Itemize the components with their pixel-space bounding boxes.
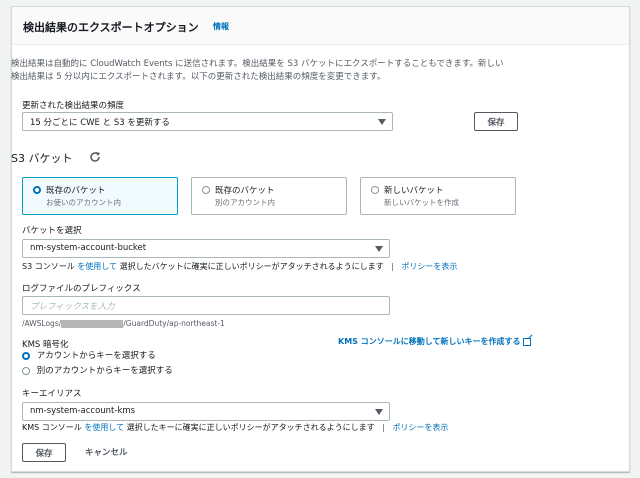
tile-subtitle: お使いのアカウント内 xyxy=(46,198,121,207)
kms-hint-suffix: 選択したキーに確実に正しいポリシーがアタッチされるようにします xyxy=(126,423,375,432)
tile-title: 既存のバケット xyxy=(46,186,106,196)
external-link-icon xyxy=(523,337,532,346)
kms-create-key-link[interactable]: KMS コンソールに移動して新しいキーを作成する xyxy=(338,336,532,347)
separator: | xyxy=(391,262,394,271)
s3-console-link[interactable]: を使用して xyxy=(77,262,117,271)
frequency-select[interactable]: 15 分ごとに CWE と S3 を更新する xyxy=(22,112,393,131)
save-button[interactable]: 保存 xyxy=(22,443,66,462)
kms-option-own-account[interactable]: アカウントからキーを選択する xyxy=(22,349,156,361)
bucket-hint-suffix: 選択したバケットに確実に正しいポリシーがアタッチされるようにします xyxy=(119,262,384,271)
bucket-hint-prefix: S3 コンソール xyxy=(22,262,75,271)
radio-icon xyxy=(371,186,379,194)
caret-down-icon xyxy=(375,409,383,415)
bucket-select[interactable]: nm-system-account-bucket xyxy=(22,239,390,258)
info-link[interactable]: 情報 xyxy=(213,21,229,32)
prefix-label: ログファイルのプレフィックス xyxy=(22,284,141,294)
radio-icon xyxy=(33,186,41,194)
kms-console-link[interactable]: を使用して xyxy=(84,423,124,432)
caret-down-icon xyxy=(378,119,386,125)
tile-subtitle: 別のアカウント内 xyxy=(215,198,275,207)
kms-hint-prefix: KMS コンソール xyxy=(22,423,82,432)
panel-title: 検出結果のエクスポートオプション xyxy=(23,21,199,34)
cancel-button[interactable]: キャンセル xyxy=(85,446,128,458)
kms-option-other-account[interactable]: 別のアカウントからキーを選択する xyxy=(22,364,173,376)
prefix-placeholder: プレフィックスを入力 xyxy=(30,302,115,312)
description-text: 検出結果は自動的に CloudWatch Events に送信されます。検出結果… xyxy=(11,59,504,82)
kms-option-label: 別のアカウントからキーを選択する xyxy=(36,366,173,376)
tile-title: 新しいバケット xyxy=(384,186,444,196)
tile-existing-bucket-own-account[interactable]: 既存のバケット お使いのアカウント内 xyxy=(22,177,178,215)
key-alias-label: キーエイリアス xyxy=(22,389,82,399)
frequency-select-value: 15 分ごとに CWE と S3 を更新する xyxy=(30,118,170,128)
tile-existing-bucket-other-account[interactable]: 既存のバケット 別のアカウント内 xyxy=(191,177,347,215)
radio-icon xyxy=(22,351,30,360)
kms-create-key-text: KMS コンソールに移動して新しいキーを作成する xyxy=(338,337,521,346)
bucket-hint: S3 コンソール を使用して 選択したバケットに確実に正しいポリシーがアタッチさ… xyxy=(22,261,457,272)
tile-title: 既存のバケット xyxy=(215,186,275,196)
path-suffix: /GuardDuty/ap-northeast-1 xyxy=(123,319,225,328)
redacted-account-id xyxy=(61,320,124,328)
frequency-label: 更新された検出結果の頻度 xyxy=(22,101,125,111)
bucket-label: バケットを選択 xyxy=(22,226,82,236)
radio-icon xyxy=(22,366,30,375)
refresh-icon[interactable] xyxy=(89,151,101,163)
kms-option-label: アカウントからキーを選択する xyxy=(36,351,156,361)
key-alias-select-value: nm-system-account-kms xyxy=(30,406,136,416)
tile-subtitle: 新しいバケットを作成 xyxy=(384,198,459,207)
panel-header: 検出結果のエクスポートオプション 情報 xyxy=(12,7,629,45)
key-alias-select[interactable]: nm-system-account-kms xyxy=(22,402,390,421)
kms-policy-link[interactable]: ポリシーを表示 xyxy=(392,423,448,432)
path-prefix: /AWSLogs/ xyxy=(22,319,62,328)
frequency-save-button[interactable]: 保存 xyxy=(474,112,518,131)
caret-down-icon xyxy=(375,246,383,252)
kms-hint: KMS コンソール を使用して 選択したキーに確実に正しいポリシーがアタッチされ… xyxy=(22,422,448,433)
bucket-select-value: nm-system-account-bucket xyxy=(30,243,147,253)
bucket-policy-link[interactable]: ポリシーを表示 xyxy=(401,262,457,271)
s3-bucket-heading: S3 バケット xyxy=(11,152,73,165)
log-path: /AWSLogs/ /GuardDuty/ap-northeast-1 xyxy=(22,319,225,328)
tile-new-bucket[interactable]: 新しいバケット 新しいバケットを作成 xyxy=(360,177,516,215)
prefix-input[interactable]: プレフィックスを入力 xyxy=(22,296,390,315)
separator: | xyxy=(382,423,385,432)
radio-icon xyxy=(202,186,210,194)
